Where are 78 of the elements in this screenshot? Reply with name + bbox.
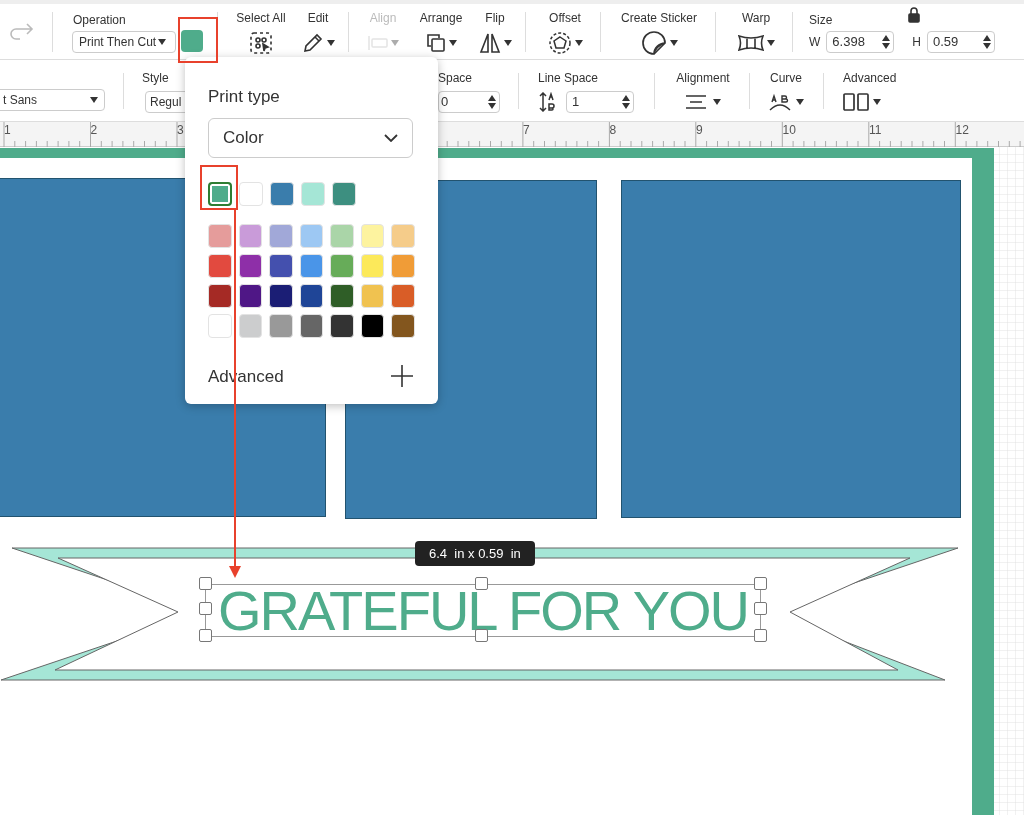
- sticker-icon[interactable]: [640, 29, 667, 56]
- style-label: Style: [142, 69, 170, 87]
- font-dropdown[interactable]: t Sans: [0, 88, 105, 111]
- advanced-icon[interactable]: [843, 92, 869, 111]
- stepper-icon[interactable]: [882, 33, 891, 50]
- resize-handle[interactable]: [199, 577, 212, 590]
- caret-icon: [873, 98, 881, 105]
- resize-handle[interactable]: [199, 629, 212, 642]
- caret-icon: [766, 39, 775, 46]
- advanced-label: Advanced: [843, 69, 897, 87]
- stepper-icon[interactable]: [622, 93, 630, 110]
- popup-title: Print type: [208, 86, 281, 108]
- stepper-icon[interactable]: [983, 33, 991, 50]
- chevron-down-icon: [384, 133, 398, 142]
- ruler-number: 2: [90, 124, 98, 136]
- resize-handle[interactable]: [754, 577, 767, 590]
- operation-dropdown[interactable]: Print Then Cut: [72, 30, 176, 53]
- resize-handle[interactable]: [754, 602, 767, 615]
- caret-icon: [448, 39, 457, 46]
- ruler-number: 8: [609, 124, 617, 136]
- tool-label: Offset: [549, 9, 581, 27]
- stepper-icon[interactable]: [488, 93, 496, 110]
- caret-icon: [90, 96, 98, 103]
- caret-icon: [390, 39, 399, 46]
- color-swatch[interactable]: [208, 181, 232, 206]
- line-space-label: Line Space: [538, 69, 600, 87]
- arrange-icon[interactable]: [425, 32, 446, 53]
- curve-text-icon[interactable]: [768, 92, 792, 111]
- line-space-field[interactable]: 1: [566, 90, 634, 113]
- ruler-number: 7: [523, 124, 530, 136]
- color-swatch[interactable]: [181, 29, 203, 52]
- height-label: H: [912, 33, 921, 51]
- ruler-number: 1: [4, 124, 11, 136]
- caret-icon: [574, 39, 583, 46]
- print-type-dropdown[interactable]: Color: [208, 117, 413, 158]
- caret-icon: [796, 98, 804, 105]
- resize-handle[interactable]: [475, 629, 488, 642]
- ruler-number: 11: [869, 124, 882, 136]
- offset-icon[interactable]: [547, 30, 572, 55]
- banner-text: GRATEFUL FOR YOU: [217, 592, 749, 629]
- letter-space-label: Space: [438, 69, 474, 87]
- tool-label: Arrange: [419, 9, 463, 27]
- align-center-icon[interactable]: [685, 93, 707, 110]
- resize-handle[interactable]: [475, 577, 488, 590]
- caret-icon: [713, 98, 721, 105]
- plus-icon[interactable]: [391, 365, 413, 388]
- ruler-number: 10: [782, 124, 796, 136]
- caret-icon: [326, 39, 335, 46]
- caret-icon: [669, 39, 678, 46]
- highlight-frame: [200, 165, 238, 210]
- tool-label: Select All: [236, 9, 286, 27]
- tool-label: Align: [369, 9, 397, 27]
- tool-label: Create Sticker: [621, 9, 697, 27]
- caret-icon: [503, 39, 512, 46]
- select-all-icon[interactable]: [250, 31, 272, 54]
- resize-handle[interactable]: [199, 602, 212, 615]
- flip-icon[interactable]: [478, 31, 501, 54]
- width-label: W: [809, 33, 821, 51]
- curve-label: Curve: [770, 69, 802, 87]
- size-label: Size: [809, 11, 833, 29]
- line-spacing-icon: [538, 91, 558, 112]
- operation-label: Operation: [73, 11, 127, 29]
- caret-icon: [158, 38, 167, 45]
- height-field[interactable]: 0.59: [927, 30, 995, 53]
- tool-label: Edit: [307, 9, 329, 27]
- tool-label: Flip: [485, 9, 505, 27]
- pencil-icon[interactable]: [301, 31, 324, 54]
- width-field[interactable]: 6.398: [826, 30, 895, 53]
- highlight-frame: [178, 17, 218, 63]
- ruler-number: 12: [955, 124, 969, 136]
- lock-icon[interactable]: [907, 6, 921, 23]
- alignment-label: Alignment: [676, 69, 730, 87]
- ruler-number: 3: [177, 124, 184, 136]
- size-tooltip: 6.4 in x 0.59 in: [415, 541, 535, 566]
- ruler-number: 9: [696, 124, 703, 136]
- tool-label: Warp: [741, 9, 771, 27]
- warp-icon[interactable]: [737, 34, 764, 51]
- resize-handle[interactable]: [754, 629, 767, 642]
